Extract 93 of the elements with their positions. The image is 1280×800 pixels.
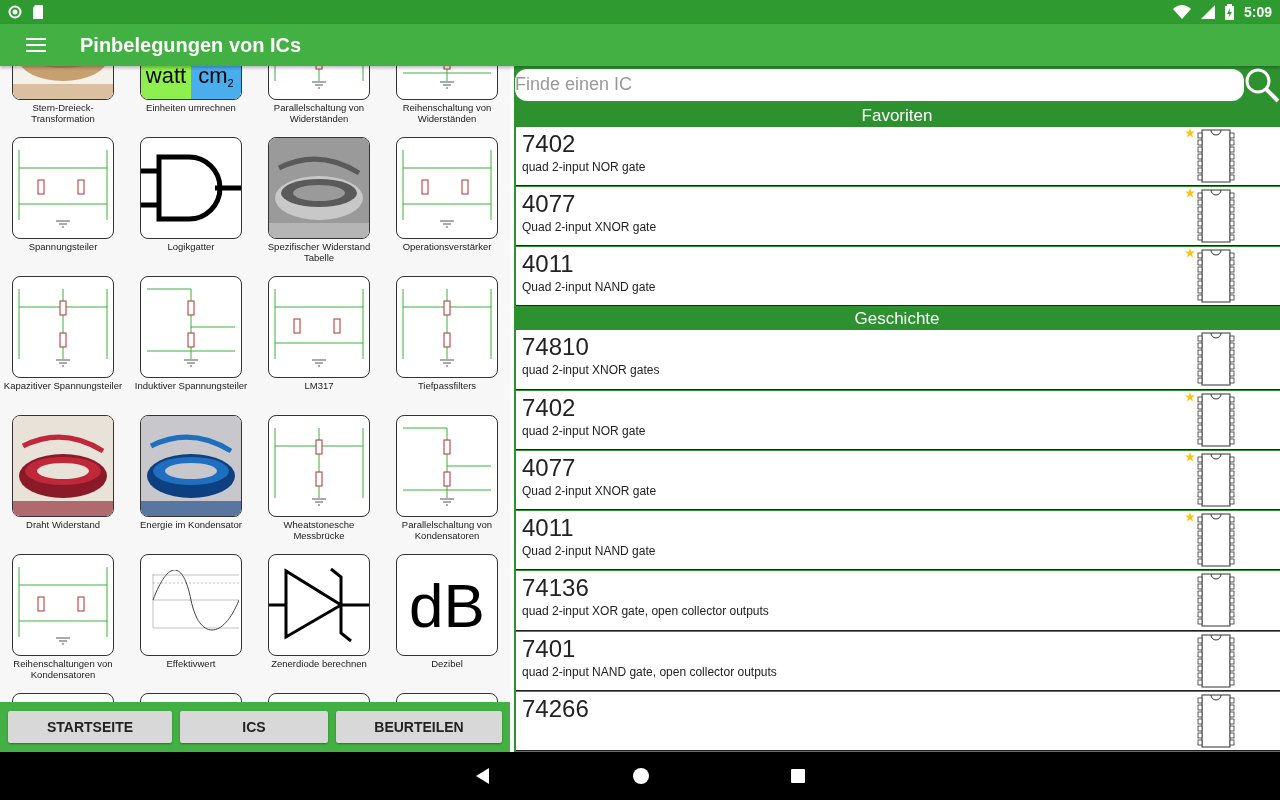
ic-number: 74136 <box>522 574 590 603</box>
ic-description: Quad 2-input NAND gate <box>522 544 657 559</box>
tool-tile[interactable] <box>268 276 370 378</box>
tool-tile[interactable] <box>268 415 370 517</box>
tool-tile[interactable] <box>396 276 498 378</box>
ic-description: Quad 2-input XNOR gate <box>522 483 658 498</box>
ic-row[interactable]: 74266 <box>516 691 1280 752</box>
tile-label: Logikgatter <box>166 241 216 252</box>
ic-row[interactable]: 4011 Quad 2-input NAND gate <box>516 511 1280 571</box>
tile-label: Spannungsteiler <box>27 241 99 252</box>
tile-label: Energie im Kondensator <box>139 519 243 530</box>
ic-description: Quad 2-input XNOR gate <box>522 219 658 234</box>
tile-label: Reihenschaltungen von Kondensatoren <box>12 658 114 680</box>
tile-label: Reihenschaltung von Widerständen <box>401 102 493 124</box>
tile-label: Kapazitiver Spannungsteiler <box>2 380 124 391</box>
ic-chip-icon <box>1197 128 1235 183</box>
clock: 5:09 <box>1243 4 1272 20</box>
ic-description: quad 2-input XOR gate, open collector outputs <box>522 604 770 619</box>
ic-number: 74810 <box>522 333 590 362</box>
ic-chip-icon <box>1197 573 1235 628</box>
battery-icon <box>1224 4 1234 20</box>
tile-label: Wheatstonesche Messbrücke <box>282 519 356 541</box>
ic-number: 74266 <box>522 694 590 723</box>
tool-tile[interactable] <box>12 554 114 656</box>
tile-label: Dezibel <box>430 658 464 669</box>
search-icon[interactable] <box>1244 66 1280 103</box>
tool-tile[interactable] <box>140 554 242 656</box>
ic-number: 4077 <box>522 453 577 482</box>
section-header: Favoriten <box>860 104 934 127</box>
tile-label: Draht Widerstand <box>25 519 101 530</box>
ic-row[interactable]: 4077 Quad 2-input XNOR gate <box>516 450 1280 511</box>
tool-tile[interactable] <box>396 415 498 517</box>
nav-button[interactable]: BEURTEILEN <box>336 711 502 743</box>
back-icon[interactable] <box>475 768 491 784</box>
ic-chip-icon <box>1197 452 1235 507</box>
tile-label: Induktiver Spannungsteiler <box>133 380 249 391</box>
section-header: Geschichte <box>853 308 941 331</box>
zener-diode-icon <box>269 567 369 643</box>
tile-label: Parallelschaltung von Kondensatoren <box>400 519 494 541</box>
nav-button[interactable]: STARTSEITE <box>8 711 172 743</box>
ic-number: 4011 <box>522 250 575 279</box>
tool-tile[interactable]: dB <box>396 554 498 656</box>
ic-row[interactable]: 7402 quad 2-input NOR gate <box>516 390 1280 450</box>
tool-tile[interactable] <box>12 276 114 378</box>
ic-description: quad 2-input NOR gate <box>522 423 647 438</box>
tile-label: Effektivwert <box>165 658 217 669</box>
tile-label: Spezifischer Widerstand Tabelle <box>266 241 372 263</box>
ic-row[interactable]: 74810 quad 2-input XNOR gates <box>516 330 1280 390</box>
home-icon[interactable] <box>633 768 649 784</box>
ic-chip-icon <box>1197 249 1235 304</box>
ic-row[interactable]: 7401 quad 2-input NAND gate, open collector outputs <box>516 631 1280 691</box>
tile-label: Stern-Dreieck-Transformation <box>30 102 96 124</box>
ic-description: quad 2-input NAND gate, open collector outputs <box>522 664 778 679</box>
notification-icon <box>8 5 22 19</box>
ic-number: 4077 <box>522 189 577 218</box>
app-title: Pinbelegungen von ICs <box>80 33 302 57</box>
ic-description: quad 2-input NOR gate <box>522 159 647 174</box>
tool-tile[interactable] <box>140 137 242 239</box>
menu-icon[interactable] <box>26 38 46 52</box>
ic-chip-icon <box>1197 693 1235 748</box>
ic-chip-icon <box>1197 633 1235 688</box>
tool-tile[interactable] <box>268 554 370 656</box>
ic-chip-icon <box>1197 392 1235 447</box>
tile-label: Einheiten umrechnen <box>145 102 237 113</box>
ic-row[interactable]: 7402 quad 2-input NOR gate <box>516 126 1280 186</box>
ic-row[interactable]: 4077 Quad 2-input XNOR gate <box>516 186 1280 247</box>
tile-label: Zenerdiode berechnen <box>270 658 368 669</box>
tile-label: Parallelschaltung von Widerständen <box>272 102 366 124</box>
nav-button[interactable]: ICS <box>180 711 328 743</box>
and-gate-icon <box>141 153 241 223</box>
ic-chip-icon <box>1197 332 1235 387</box>
tool-tile[interactable] <box>12 137 114 239</box>
wifi-icon <box>1172 5 1191 19</box>
ic-number: 4011 <box>522 514 575 543</box>
sd-card-icon <box>32 5 44 19</box>
ic-number: 7402 <box>522 393 577 422</box>
tile-label: Operationsverstärker <box>401 241 493 252</box>
ic-chip-icon <box>1197 513 1235 568</box>
decibel-text: dB <box>409 569 485 641</box>
ic-description: quad 2-input XNOR gates <box>522 363 661 378</box>
tile-label: LM317 <box>303 380 335 391</box>
search-field[interactable]: Finde einen IC <box>515 68 1244 101</box>
signal-icon <box>1200 5 1215 19</box>
ic-number: 7401 <box>522 634 577 663</box>
ic-row[interactable]: 74136 quad 2-input XOR gate, open collector outputs <box>516 571 1280 631</box>
tool-tile[interactable] <box>396 137 498 239</box>
unit-text: watt <box>141 66 191 99</box>
tool-tile[interactable] <box>140 276 242 378</box>
ic-chip-icon <box>1197 188 1235 243</box>
ic-row[interactable]: 4011 Quad 2-input NAND gate <box>516 247 1280 307</box>
ic-description: Quad 2-input NAND gate <box>522 280 657 295</box>
tile-label: Tiefpassfilters <box>416 380 478 391</box>
ic-number: 7402 <box>522 129 577 158</box>
